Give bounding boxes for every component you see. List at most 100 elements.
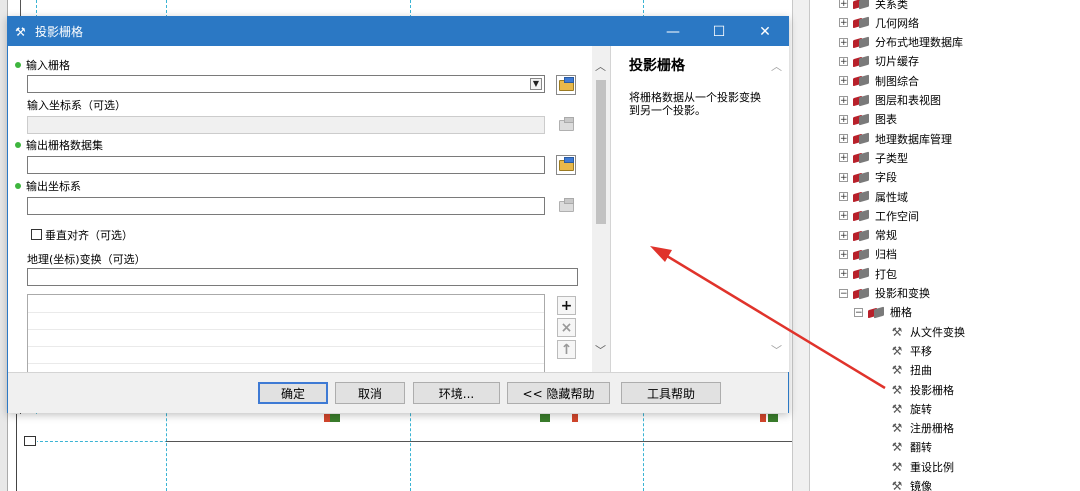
- remove-button[interactable]: ×: [557, 318, 576, 337]
- tree-item-label: 扭曲: [910, 364, 932, 378]
- output-dataset-field[interactable]: [27, 156, 545, 174]
- vertical-align-checkbox[interactable]: [31, 229, 42, 240]
- toolbox-catalog-tree: + 关系类 + 几何网络 + 分布式地理数据库 + 切片缓存 + 制图综合 + 图层和表视图 + 图表 + 地…: [811, 0, 1080, 491]
- dialog-title: 投影栅格: [35, 25, 84, 39]
- tree-tool-item[interactable]: ⚒ 投影栅格: [889, 380, 954, 399]
- tree-item-label: 投影和变换: [875, 287, 930, 300]
- expand-icon[interactable]: +: [839, 230, 848, 240]
- chevron-down-icon[interactable]: ﹀: [771, 342, 782, 358]
- tree-toolset-item[interactable]: + 图表: [839, 110, 897, 129]
- toolset-icon: [853, 249, 870, 260]
- map-feature: [760, 414, 766, 422]
- output-coord-properties-button[interactable]: [556, 196, 576, 216]
- hammer-icon: ⚒: [891, 363, 903, 378]
- collapse-icon[interactable]: −: [854, 307, 863, 317]
- expand-icon[interactable]: +: [839, 114, 848, 124]
- input-raster-combobox[interactable]: ▼: [27, 75, 545, 93]
- tree-tool-item[interactable]: ⚒ 旋转: [889, 399, 932, 418]
- geo-transform-combobox[interactable]: [27, 268, 578, 286]
- expand-icon[interactable]: +: [839, 37, 848, 47]
- toolset-icon: [853, 230, 870, 241]
- tree-toolset-item[interactable]: + 子类型: [839, 148, 908, 167]
- tree-toolset-item[interactable]: + 图层和表视图: [839, 91, 941, 110]
- geo-transform-list[interactable]: [27, 294, 545, 372]
- tree-tool-item[interactable]: ⚒ 扭曲: [889, 361, 932, 380]
- expand-icon[interactable]: +: [839, 192, 848, 202]
- expand-icon[interactable]: +: [839, 172, 848, 182]
- pane-splitter[interactable]: [792, 0, 810, 491]
- tree-toolset-item[interactable]: + 工作空间: [839, 206, 919, 225]
- tree-toolset-item[interactable]: + 几何网络: [839, 13, 919, 32]
- output-coord-label: 输出坐标系: [15, 178, 81, 194]
- toolset-icon: [853, 56, 870, 67]
- tree-toolset-item[interactable]: + 常规: [839, 226, 897, 245]
- output-dataset-browse-button[interactable]: [556, 155, 576, 175]
- geo-transform-label: 地理(坐标)变换（可选）: [27, 253, 146, 266]
- tree-toolset-item[interactable]: + 打包: [839, 264, 897, 283]
- dialog-title-bar[interactable]: ⚒ 投影栅格 — ☐ ✕: [8, 17, 788, 46]
- tree-tool-item[interactable]: ⚒ 镜像: [889, 477, 932, 491]
- chevron-down-icon[interactable]: ﹀: [592, 342, 609, 359]
- hammer-icon: ⚒: [891, 343, 903, 358]
- output-coord-field[interactable]: [27, 197, 545, 215]
- chevron-up-icon[interactable]: ︿: [592, 58, 609, 75]
- input-coord-properties-button: [556, 115, 576, 135]
- tree-toolset-item[interactable]: − 栅格: [854, 303, 912, 322]
- tree-item-label: 子类型: [875, 151, 908, 165]
- input-raster-browse-button[interactable]: [556, 75, 576, 95]
- tree-tool-item[interactable]: ⚒ 从文件变换: [889, 322, 965, 341]
- move-up-button[interactable]: ↑: [557, 340, 576, 359]
- close-button[interactable]: ✕: [742, 17, 788, 46]
- tree-item-label: 制图综合: [875, 74, 919, 88]
- expand-icon[interactable]: +: [839, 56, 848, 66]
- expand-icon[interactable]: +: [839, 76, 848, 86]
- toolset-icon: [853, 17, 870, 28]
- expand-icon[interactable]: +: [839, 153, 848, 163]
- cancel-button[interactable]: 取消: [335, 382, 405, 404]
- map-ruler-marker[interactable]: [24, 436, 36, 446]
- tree-toolset-item[interactable]: + 分布式地理数据库: [839, 33, 963, 52]
- tree-tool-item[interactable]: ⚒ 平移: [889, 341, 932, 360]
- maximize-button[interactable]: ☐: [696, 17, 742, 46]
- hammer-icon: ⚒: [891, 382, 903, 397]
- tree-toolset-item[interactable]: + 切片缓存: [839, 52, 919, 71]
- tree-tool-item[interactable]: ⚒ 注册栅格: [889, 419, 954, 438]
- tree-toolset-item[interactable]: − 投影和变换: [839, 284, 930, 303]
- expand-icon[interactable]: +: [839, 249, 848, 259]
- tool-help-button[interactable]: 工具帮助: [621, 382, 721, 404]
- expand-icon[interactable]: +: [839, 0, 848, 9]
- expand-icon[interactable]: +: [839, 18, 848, 28]
- expand-icon[interactable]: +: [839, 134, 848, 144]
- tree-toolset-item[interactable]: + 字段: [839, 168, 897, 187]
- scrollbar-thumb[interactable]: [596, 80, 606, 224]
- tree-toolset-item[interactable]: + 地理数据库管理: [839, 129, 952, 148]
- parameters-scrollbar[interactable]: ︿ ﹀: [592, 46, 609, 372]
- tree-toolset-item[interactable]: + 属性域: [839, 187, 908, 206]
- list-row-divider: [28, 346, 544, 347]
- tree-toolset-item[interactable]: + 关系类: [839, 0, 908, 13]
- ok-button[interactable]: 确定: [258, 382, 328, 404]
- hammer-icon: ⚒: [891, 479, 903, 491]
- expand-icon[interactable]: +: [839, 269, 848, 279]
- environments-button[interactable]: 环境...: [413, 382, 500, 404]
- help-title: 投影栅格: [629, 58, 685, 74]
- toolset-icon: [853, 75, 870, 86]
- chevron-up-icon[interactable]: ︿: [771, 58, 782, 74]
- toolset-icon: [853, 114, 870, 125]
- chevron-down-icon[interactable]: ▼: [530, 78, 542, 90]
- hide-help-button[interactable]: << 隐藏帮助: [507, 382, 610, 404]
- expand-icon[interactable]: +: [839, 95, 848, 105]
- help-pane: 投影栅格 将栅格数据从一个投影变换到另一个投影。 ︿ ﹀: [610, 46, 789, 372]
- tree-tool-item[interactable]: ⚒ 翻转: [889, 438, 932, 457]
- output-dataset-label-text: 输出栅格数据集: [26, 139, 103, 152]
- tree-tool-item[interactable]: ⚒ 重设比例: [889, 457, 954, 476]
- tree-toolset-item[interactable]: + 制图综合: [839, 71, 919, 90]
- collapse-icon[interactable]: −: [839, 288, 848, 298]
- minimize-button[interactable]: —: [650, 17, 696, 46]
- tree-item-label: 属性域: [875, 190, 908, 204]
- tree-item-label: 地理数据库管理: [875, 132, 952, 146]
- expand-icon[interactable]: +: [839, 211, 848, 221]
- tree-toolset-item[interactable]: + 归档: [839, 245, 897, 264]
- add-button[interactable]: +: [557, 296, 576, 315]
- tree-item-label: 工作空间: [875, 209, 919, 223]
